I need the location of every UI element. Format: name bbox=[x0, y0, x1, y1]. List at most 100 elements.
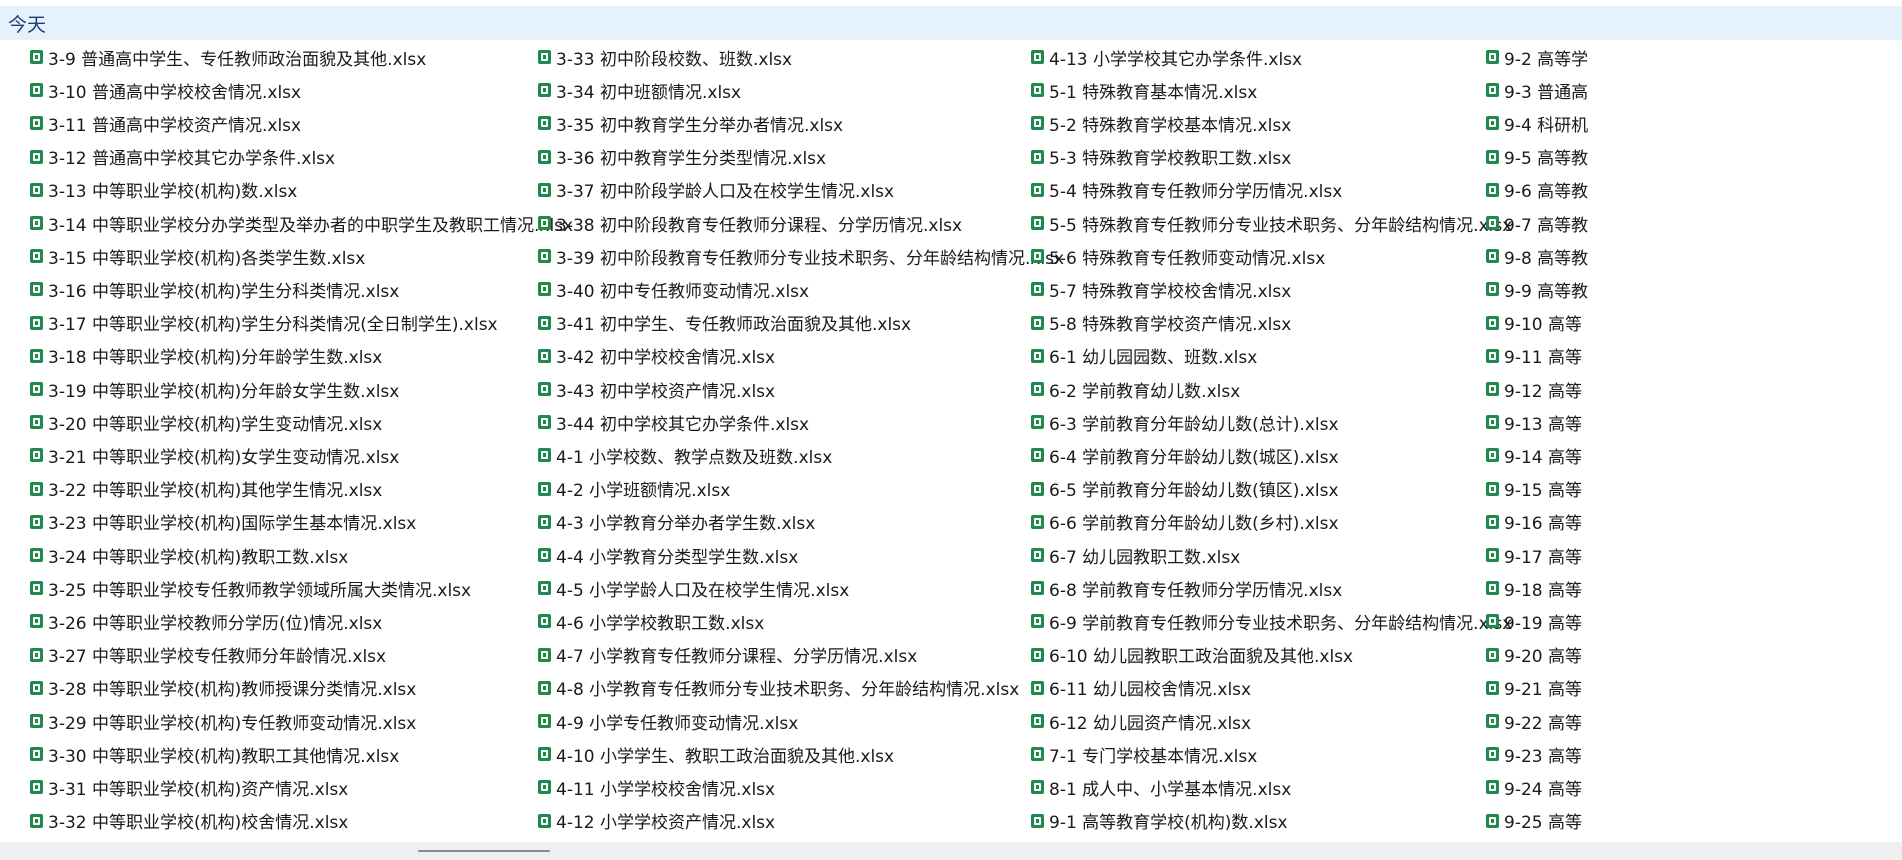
file-item[interactable]: 3-9 普通高中学生、专任教师政治面貌及其他.xlsx bbox=[30, 42, 426, 72]
file-item[interactable]: 9-16 高等 bbox=[1486, 507, 1582, 537]
file-item[interactable]: 9-25 高等 bbox=[1486, 806, 1582, 836]
file-item[interactable]: 3-44 初中学校其它办学条件.xlsx bbox=[538, 407, 809, 437]
file-item[interactable]: 3-35 初中教育学生分举办者情况.xlsx bbox=[538, 108, 843, 138]
file-item[interactable]: 6-1 幼儿园园数、班数.xlsx bbox=[1031, 341, 1257, 371]
file-item[interactable]: 3-36 初中教育学生分类型情况.xlsx bbox=[538, 142, 826, 172]
file-item[interactable]: 9-13 高等 bbox=[1486, 407, 1582, 437]
file-item[interactable]: 3-33 初中阶段校数、班数.xlsx bbox=[538, 42, 792, 72]
scrollbar-thumb[interactable] bbox=[418, 850, 550, 852]
file-item[interactable]: 3-18 中等职业学校(机构)分年龄学生数.xlsx bbox=[30, 341, 382, 371]
file-item[interactable]: 4-4 小学教育分类型学生数.xlsx bbox=[538, 540, 798, 570]
file-item[interactable]: 3-24 中等职业学校(机构)教职工数.xlsx bbox=[30, 540, 348, 570]
file-item[interactable]: 9-10 高等 bbox=[1486, 308, 1582, 338]
file-item[interactable]: 5-4 特殊教育专任教师分学历情况.xlsx bbox=[1031, 175, 1342, 205]
file-item[interactable]: 6-10 幼儿园教职工政治面貌及其他.xlsx bbox=[1031, 640, 1353, 670]
file-item[interactable]: 3-28 中等职业学校(机构)教师授课分类情况.xlsx bbox=[30, 673, 416, 703]
file-item[interactable]: 3-13 中等职业学校(机构)数.xlsx bbox=[30, 175, 297, 205]
file-item[interactable]: 4-11 小学学校校舍情况.xlsx bbox=[538, 772, 775, 802]
file-item[interactable]: 4-12 小学学校资产情况.xlsx bbox=[538, 806, 775, 836]
file-item[interactable]: 9-19 高等 bbox=[1486, 606, 1582, 636]
file-item[interactable]: 3-10 普通高中学校校舍情况.xlsx bbox=[30, 75, 301, 105]
file-item[interactable]: 6-9 学前教育专任教师分专业技术职务、分年龄结构情况.xlsx bbox=[1031, 606, 1512, 636]
file-item[interactable]: 9-14 高等 bbox=[1486, 440, 1582, 470]
file-item[interactable]: 5-3 特殊教育学校教职工数.xlsx bbox=[1031, 142, 1291, 172]
file-item[interactable]: 3-23 中等职业学校(机构)国际学生基本情况.xlsx bbox=[30, 507, 416, 537]
file-item[interactable]: 3-29 中等职业学校(机构)专任教师变动情况.xlsx bbox=[30, 706, 416, 736]
file-item[interactable]: 4-6 小学学校教职工数.xlsx bbox=[538, 606, 764, 636]
file-item[interactable]: 9-23 高等 bbox=[1486, 739, 1582, 769]
file-item[interactable]: 3-17 中等职业学校(机构)学生分科类情况(全日制学生).xlsx bbox=[30, 308, 498, 338]
file-item[interactable]: 9-15 高等 bbox=[1486, 474, 1582, 504]
file-item[interactable]: 3-43 初中学校资产情况.xlsx bbox=[538, 374, 775, 404]
file-item[interactable]: 6-12 幼儿园资产情况.xlsx bbox=[1031, 706, 1251, 736]
file-item[interactable]: 6-6 学前教育分年龄幼儿数(乡村).xlsx bbox=[1031, 507, 1339, 537]
file-item[interactable]: 4-3 小学教育分举办者学生数.xlsx bbox=[538, 507, 815, 537]
file-item[interactable]: 4-10 小学学生、教职工政治面貌及其他.xlsx bbox=[538, 739, 894, 769]
excel-file-icon bbox=[1486, 149, 1499, 164]
file-item[interactable]: 3-19 中等职业学校(机构)分年龄女学生数.xlsx bbox=[30, 374, 399, 404]
file-item[interactable]: 3-22 中等职业学校(机构)其他学生情况.xlsx bbox=[30, 474, 382, 504]
file-item[interactable]: 4-7 小学教育专任教师分课程、分学历情况.xlsx bbox=[538, 640, 917, 670]
file-item[interactable]: 6-5 学前教育分年龄幼儿数(镇区).xlsx bbox=[1031, 474, 1339, 504]
group-header-today[interactable]: 今天 bbox=[0, 6, 1902, 40]
file-item[interactable]: 3-26 中等职业学校教师分学历(位)情况.xlsx bbox=[30, 606, 382, 636]
file-item[interactable]: 9-5 高等教 bbox=[1486, 142, 1588, 172]
file-item[interactable]: 3-15 中等职业学校(机构)各类学生数.xlsx bbox=[30, 241, 365, 271]
file-item[interactable]: 9-17 高等 bbox=[1486, 540, 1582, 570]
file-item[interactable]: 5-5 特殊教育专任教师分专业技术职务、分年龄结构情况.xlsx bbox=[1031, 208, 1512, 238]
file-item[interactable]: 9-24 高等 bbox=[1486, 772, 1582, 802]
file-item[interactable]: 3-40 初中专任教师变动情况.xlsx bbox=[538, 274, 809, 304]
file-item[interactable]: 9-21 高等 bbox=[1486, 673, 1582, 703]
file-item[interactable]: 9-3 普通高 bbox=[1486, 75, 1588, 105]
file-item[interactable]: 9-9 高等教 bbox=[1486, 274, 1588, 304]
file-item[interactable]: 6-11 幼儿园校舍情况.xlsx bbox=[1031, 673, 1251, 703]
file-item[interactable]: 6-2 学前教育幼儿数.xlsx bbox=[1031, 374, 1240, 404]
file-item[interactable]: 3-38 初中阶段教育专任教师分课程、分学历情况.xlsx bbox=[538, 208, 962, 238]
file-item[interactable]: 3-25 中等职业学校专任教师教学领域所属大类情况.xlsx bbox=[30, 573, 471, 603]
file-item[interactable]: 4-2 小学班额情况.xlsx bbox=[538, 474, 730, 504]
file-item[interactable]: 5-6 特殊教育专任教师变动情况.xlsx bbox=[1031, 241, 1325, 271]
file-item[interactable]: 9-12 高等 bbox=[1486, 374, 1582, 404]
file-item[interactable]: 3-30 中等职业学校(机构)教职工其他情况.xlsx bbox=[30, 739, 399, 769]
file-item[interactable]: 5-1 特殊教育基本情况.xlsx bbox=[1031, 75, 1257, 105]
file-item[interactable]: 5-2 特殊教育学校基本情况.xlsx bbox=[1031, 108, 1291, 138]
file-item[interactable]: 3-37 初中阶段学龄人口及在校学生情况.xlsx bbox=[538, 175, 894, 205]
file-item[interactable]: 3-34 初中班额情况.xlsx bbox=[538, 75, 741, 105]
file-item[interactable]: 3-12 普通高中学校其它办学条件.xlsx bbox=[30, 142, 335, 172]
file-item[interactable]: 9-4 科研机 bbox=[1486, 108, 1588, 138]
file-item[interactable]: 4-1 小学校数、教学点数及班数.xlsx bbox=[538, 440, 832, 470]
file-item[interactable]: 6-8 学前教育专任教师分学历情况.xlsx bbox=[1031, 573, 1342, 603]
file-item[interactable]: 9-11 高等 bbox=[1486, 341, 1582, 371]
file-item[interactable]: 9-20 高等 bbox=[1486, 640, 1582, 670]
file-item[interactable]: 9-7 高等教 bbox=[1486, 208, 1588, 238]
file-item[interactable]: 9-1 高等教育学校(机构)数.xlsx bbox=[1031, 806, 1288, 836]
file-item[interactable]: 3-11 普通高中学校资产情况.xlsx bbox=[30, 108, 301, 138]
file-item[interactable]: 5-7 特殊教育学校校舍情况.xlsx bbox=[1031, 274, 1291, 304]
file-item[interactable]: 3-42 初中学校校舍情况.xlsx bbox=[538, 341, 775, 371]
horizontal-scrollbar[interactable] bbox=[0, 842, 1902, 860]
file-item[interactable]: 3-14 中等职业学校分办学类型及举办者的中职学生及教职工情况.xlsx bbox=[30, 208, 573, 238]
file-item[interactable]: 9-22 高等 bbox=[1486, 706, 1582, 736]
file-item[interactable]: 6-3 学前教育分年龄幼儿数(总计).xlsx bbox=[1031, 407, 1339, 437]
file-item[interactable]: 6-4 学前教育分年龄幼儿数(城区).xlsx bbox=[1031, 440, 1339, 470]
file-item[interactable]: 4-13 小学学校其它办学条件.xlsx bbox=[1031, 42, 1302, 72]
file-item[interactable]: 8-1 成人中、小学基本情况.xlsx bbox=[1031, 772, 1291, 802]
file-item[interactable]: 4-5 小学学龄人口及在校学生情况.xlsx bbox=[538, 573, 849, 603]
file-item[interactable]: 9-2 高等学 bbox=[1486, 42, 1588, 72]
file-item[interactable]: 9-6 高等教 bbox=[1486, 175, 1588, 205]
file-item[interactable]: 3-20 中等职业学校(机构)学生变动情况.xlsx bbox=[30, 407, 382, 437]
file-item[interactable]: 3-39 初中阶段教育专任教师分专业技术职务、分年龄结构情况.xlsx bbox=[538, 241, 1064, 271]
file-item[interactable]: 5-8 特殊教育学校资产情况.xlsx bbox=[1031, 308, 1291, 338]
file-item[interactable]: 3-31 中等职业学校(机构)资产情况.xlsx bbox=[30, 772, 348, 802]
file-item[interactable]: 3-21 中等职业学校(机构)女学生变动情况.xlsx bbox=[30, 440, 399, 470]
file-item[interactable]: 3-16 中等职业学校(机构)学生分科类情况.xlsx bbox=[30, 274, 399, 304]
file-item[interactable]: 3-27 中等职业学校专任教师分年龄情况.xlsx bbox=[30, 640, 386, 670]
file-item[interactable]: 4-8 小学教育专任教师分专业技术职务、分年龄结构情况.xlsx bbox=[538, 673, 1019, 703]
file-item[interactable]: 3-41 初中学生、专任教师政治面貌及其他.xlsx bbox=[538, 308, 911, 338]
file-item[interactable]: 3-32 中等职业学校(机构)校舍情况.xlsx bbox=[30, 806, 348, 836]
file-item[interactable]: 6-7 幼儿园教职工数.xlsx bbox=[1031, 540, 1240, 570]
file-item[interactable]: 9-18 高等 bbox=[1486, 573, 1582, 603]
file-item[interactable]: 7-1 专门学校基本情况.xlsx bbox=[1031, 739, 1257, 769]
file-item[interactable]: 4-9 小学专任教师变动情况.xlsx bbox=[538, 706, 798, 736]
file-item[interactable]: 9-8 高等教 bbox=[1486, 241, 1588, 271]
